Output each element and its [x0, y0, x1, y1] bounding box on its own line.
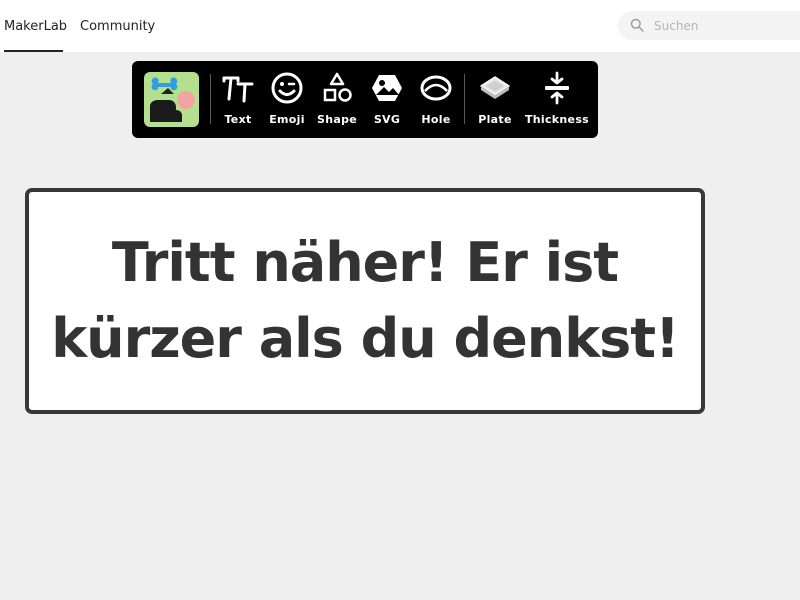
hole-icon	[420, 75, 452, 101]
tab-makerlab[interactable]: MakerLab	[4, 0, 67, 52]
search-input[interactable]	[654, 11, 794, 40]
hole-tool-button[interactable]: Hole	[418, 69, 454, 131]
shape-icon	[323, 72, 352, 102]
makerlab-logo[interactable]	[144, 72, 199, 127]
text-tool-label: Text	[224, 113, 252, 126]
plate-tool-button[interactable]: Plate	[475, 69, 515, 131]
svg-tool-button[interactable]: SVG	[369, 69, 405, 131]
editor-toolbar: Text Emoji Shape SVG Hole Plate Thicknes…	[132, 61, 598, 138]
sign-preview[interactable]: Tritt näher! Er ist kürzer als du denkst…	[25, 188, 705, 414]
svg-image-icon	[372, 75, 402, 101]
makerlab-logo-icon	[150, 77, 195, 122]
emoji-tool-button[interactable]: Emoji	[268, 69, 306, 131]
thickness-icon	[545, 71, 569, 105]
text-tool-button[interactable]: Text	[220, 69, 256, 131]
toolbar-divider	[210, 74, 211, 124]
emoji-tool-label: Emoji	[269, 113, 305, 126]
tab-community-label: Community	[80, 18, 156, 34]
thickness-tool-label: Thickness	[524, 113, 590, 126]
svg-tool-label: SVG	[373, 113, 401, 126]
toolbar-divider	[464, 74, 465, 124]
search-box	[618, 11, 800, 40]
search-icon	[630, 18, 644, 32]
hole-tool-label: Hole	[421, 113, 451, 126]
shape-tool-button[interactable]: Shape	[317, 69, 357, 131]
top-navigation-bar: MakerLab Community	[0, 0, 800, 52]
emoji-icon	[271, 72, 303, 104]
thickness-tool-button[interactable]: Thickness	[524, 69, 590, 131]
tab-community[interactable]: Community	[80, 0, 155, 52]
text-icon	[222, 76, 254, 103]
plate-tool-label: Plate	[478, 113, 512, 126]
plate-icon	[480, 76, 510, 99]
shape-tool-label: Shape	[317, 113, 358, 126]
sign-text: Tritt näher! Er ist kürzer als du denkst…	[51, 231, 679, 370]
tab-makerlab-label: MakerLab	[4, 18, 68, 34]
